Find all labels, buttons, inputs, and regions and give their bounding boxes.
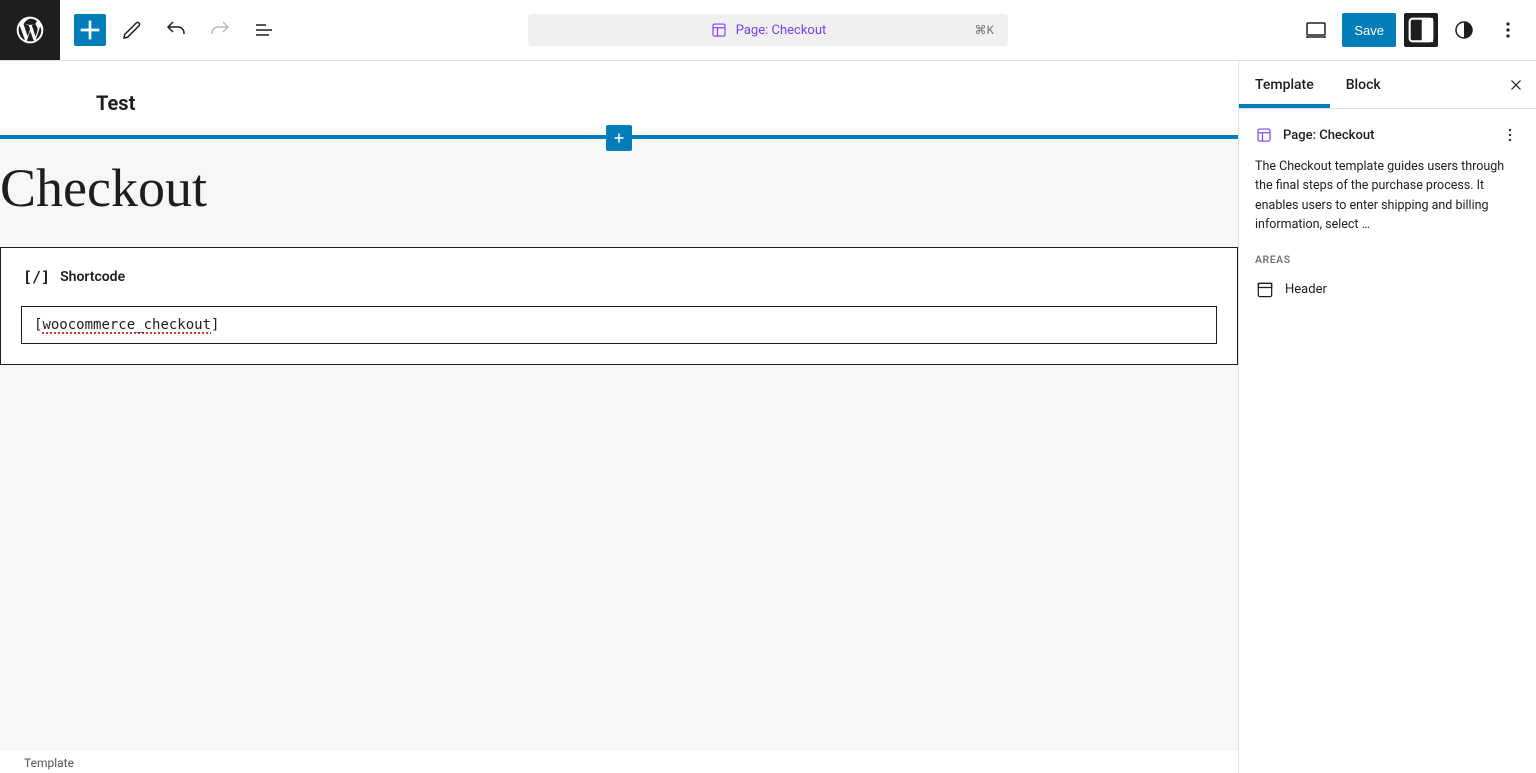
redo-button — [202, 12, 238, 48]
site-title[interactable]: Test — [96, 91, 1142, 115]
undo-icon — [164, 18, 188, 42]
desktop-icon — [1304, 18, 1328, 42]
settings-sidebar: Template Block Page: Checkout The Checko… — [1238, 61, 1536, 773]
save-button[interactable]: Save — [1342, 13, 1396, 47]
more-vertical-icon — [1500, 125, 1520, 145]
inspector-title: Page: Checkout — [1283, 128, 1374, 143]
areas-heading: AREAS — [1255, 253, 1520, 266]
options-button[interactable] — [1490, 12, 1526, 48]
close-sidebar-button[interactable] — [1504, 73, 1528, 97]
shortcode-value-suffix: ] — [211, 317, 219, 333]
tab-template[interactable]: Template — [1239, 61, 1330, 108]
undo-button[interactable] — [158, 12, 194, 48]
tools-button[interactable] — [114, 12, 150, 48]
wordpress-logo[interactable] — [0, 0, 60, 60]
template-icon — [1255, 126, 1273, 144]
shortcode-block-label: Shortcode — [60, 269, 125, 285]
page-title[interactable]: Checkout — [0, 139, 1238, 247]
document-overview-button[interactable] — [246, 12, 282, 48]
inline-inserter-button[interactable] — [606, 125, 632, 151]
shortcode-block[interactable]: [/] Shortcode [woocommerce_checkout] — [0, 247, 1238, 365]
styles-button[interactable] — [1446, 12, 1482, 48]
shortcode-value-text: woocommerce_checkout — [42, 317, 211, 333]
view-button[interactable] — [1298, 12, 1334, 48]
pencil-icon — [120, 18, 144, 42]
command-bar-label: Page: Checkout — [736, 23, 827, 38]
tab-block[interactable]: Block — [1330, 61, 1397, 108]
list-view-icon — [252, 18, 276, 42]
editor-canvas[interactable]: Test Checkout [/] Shortcode — [0, 61, 1238, 751]
area-item-label: Header — [1285, 282, 1327, 297]
half-circle-icon — [1452, 18, 1476, 42]
close-icon — [1507, 76, 1525, 94]
wordpress-icon — [14, 14, 46, 46]
plus-icon — [74, 14, 106, 46]
plus-icon — [610, 129, 628, 147]
insert-block-button[interactable] — [74, 14, 106, 46]
command-bar[interactable]: Page: Checkout ⌘K — [528, 14, 1008, 46]
breadcrumb-item[interactable]: Template — [24, 756, 74, 770]
top-toolbar: Page: Checkout ⌘K Save — [0, 0, 1536, 61]
template-description: The Checkout template guides users throu… — [1255, 157, 1520, 235]
shortcode-input[interactable]: [woocommerce_checkout] — [21, 306, 1217, 344]
template-actions-button[interactable] — [1500, 125, 1520, 145]
sidebar-icon — [1404, 13, 1438, 47]
template-icon — [710, 21, 728, 39]
area-item-header[interactable]: Header — [1255, 276, 1520, 304]
more-vertical-icon — [1496, 18, 1520, 42]
settings-sidebar-toggle[interactable] — [1404, 13, 1438, 47]
block-insertion-line — [0, 135, 1238, 139]
redo-icon — [208, 18, 232, 42]
header-icon — [1255, 280, 1275, 300]
command-bar-shortcut: ⌘K — [974, 23, 994, 37]
shortcode-icon: [/] — [23, 268, 50, 286]
block-breadcrumb[interactable]: Template — [0, 751, 1238, 773]
